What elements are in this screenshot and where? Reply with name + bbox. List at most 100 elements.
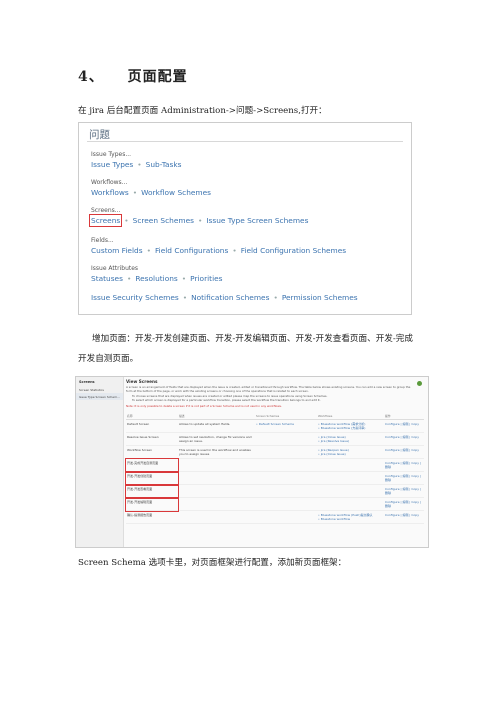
separator: •: [232, 246, 237, 255]
workflows-cell[interactable]: • jira (Close Issue) • jira (Resolve Iss…: [317, 432, 384, 447]
intro-paragraph: 在 jira 后台配置页面 Administration->问题->Screen…: [78, 106, 327, 116]
screen-name: Workflow Screen: [126, 445, 178, 460]
screen-schemes-cell[interactable]: [255, 458, 317, 473]
group-label: Workflows...: [91, 179, 128, 186]
view-screens-main: View Screens A screen is an arrangement …: [125, 379, 426, 547]
link-screen-schemes[interactable]: Screen Schemes: [133, 216, 194, 225]
link-field-configuration-schemes[interactable]: Field Configuration Schemes: [241, 246, 346, 255]
operations-cell[interactable]: Configure | 编辑 | Copy | 删除: [384, 458, 424, 473]
link-field-configurations[interactable]: Field Configurations: [155, 246, 228, 255]
separator: •: [146, 246, 151, 255]
link-notification-schemes[interactable]: Notification Schemes: [191, 293, 269, 302]
paragraph-add-pages-2: 开发自测页面。: [78, 354, 139, 364]
link-issue-security-schemes[interactable]: Issue Security Schemes: [91, 293, 179, 302]
table-row: Default Screen Allows to update all syst…: [126, 419, 424, 434]
link-screens[interactable]: Screens: [88, 214, 123, 227]
link-resolutions[interactable]: Resolutions: [135, 274, 177, 283]
operations-cell[interactable]: Configure | 编辑 | Copy: [384, 445, 424, 460]
separator: •: [124, 216, 129, 225]
link-permission-schemes[interactable]: Permission Schemes: [282, 293, 358, 302]
workflows-cell[interactable]: • jira (Reopen Issue) • jira (Close Issu…: [317, 445, 384, 460]
screen-description: Allows to set resolution, change fix ver…: [178, 432, 255, 447]
screen-schemes-cell[interactable]: [255, 471, 317, 486]
separator: •: [181, 274, 187, 283]
group-label: Fields...: [91, 237, 114, 244]
table-row: 开发-开发编辑页面 Configure | 编辑 | Copy | 删除: [125, 496, 424, 512]
table-row: Workflow Screen This screen is used in t…: [126, 445, 424, 460]
operations-cell[interactable]: Configure | 编辑 | Copy: [384, 419, 424, 434]
link-workflows[interactable]: Workflows: [91, 188, 129, 197]
screen-description: Allows to update all system fields.: [178, 419, 255, 434]
paragraph-screen-schema: Screen Schema 选项卡里，对页面框架进行配置，添加新页面框架：: [78, 558, 347, 568]
link-statuses[interactable]: Statuses: [91, 274, 123, 283]
section-title: 页面配置: [127, 69, 188, 85]
screen-schemes-cell[interactable]: [255, 484, 317, 499]
group-links: Issue Security Schemes • Notification Sche…: [91, 293, 358, 302]
operations-cell[interactable]: Configure | 编辑 | Copy | 删除: [384, 497, 424, 512]
screens-table: 名称 描述 Screen Schemes Workflows 操作 Defaul…: [125, 413, 424, 525]
table-row: Resolve Issue Screen Allows to set resol…: [126, 432, 424, 447]
screen-name: 开发-开发创建页面: [125, 470, 179, 486]
screen-description: This screen is used in the workflow and …: [178, 445, 255, 460]
screen-schemes-cell[interactable]: [255, 445, 317, 460]
group-label: Screens...: [91, 207, 121, 214]
group-links: Workflows • Workflow Schemes: [91, 188, 211, 197]
operations-cell[interactable]: Configure | 编辑 | Copy | 删除: [384, 471, 424, 486]
workflows-cell[interactable]: [317, 484, 384, 499]
page-title: View Screens: [126, 379, 158, 384]
sidebar-item-issue-type-screen-schemes[interactable]: Issue Type Screen Schem...: [76, 393, 123, 400]
panel-title: 问题: [89, 129, 110, 141]
table-row: 确认-提测报告页面 • Bluestone workflow (Push)提交确…: [126, 510, 424, 525]
paragraph-add-pages-1: 增加页面：开发-开发创建页面、开发-开发编辑页面、开发-开发查看页面、开发-完成: [92, 334, 413, 344]
page-description: A screen is an arrangement of fields tha…: [126, 385, 411, 393]
workflows-cell[interactable]: [317, 471, 384, 486]
link-sub-tasks[interactable]: Sub-Tasks: [146, 160, 182, 169]
table-row: 开发-开发创建页面 Configure | 编辑 | Copy | 删除: [125, 470, 424, 486]
sidebar-item-screen-statistics[interactable]: Screen Statistics: [76, 386, 123, 393]
view-screens-screenshot: Screens Screen Statistics Issue Type Scr…: [75, 376, 429, 548]
jira-issues-admin-panel: 问题 Issue Types... Issue Types • Sub-Tasks …: [78, 122, 412, 315]
screen-description: [178, 458, 255, 473]
screen-name: 开发-开发查看页面: [125, 483, 179, 499]
group-links: Statuses • Resolutions • Priorities: [91, 274, 223, 283]
sidebar-header: Screens: [79, 380, 95, 384]
screen-schemes-cell[interactable]: [255, 497, 317, 512]
link-workflow-schemes[interactable]: Workflow Schemes: [141, 188, 211, 197]
screen-name: 开发-开发编辑页面: [125, 496, 179, 512]
screen-name: 确认-提测报告页面: [126, 510, 178, 525]
workflows-cell[interactable]: [317, 497, 384, 512]
section-number: 4、: [78, 69, 104, 85]
screen-description: [178, 497, 255, 512]
screen-schemes-cell[interactable]: [255, 510, 317, 525]
separator: •: [273, 293, 278, 302]
screen-description: [178, 471, 255, 486]
group-label: Issue Attributes: [91, 265, 139, 272]
screen-name: Default Screen: [126, 419, 178, 434]
link-priorities[interactable]: Priorities: [190, 274, 222, 283]
admin-sidebar: Screens Screen Statistics Issue Type Scr…: [76, 377, 124, 547]
separator: •: [137, 160, 142, 169]
separator: •: [126, 274, 132, 283]
operations-cell[interactable]: Configure | 编辑 | Copy: [384, 510, 424, 525]
section-heading: 4、 页面配置: [78, 66, 188, 86]
screen-schemes-cell[interactable]: [255, 432, 317, 447]
help-icon[interactable]: [417, 381, 422, 386]
group-label: Issue Types...: [91, 151, 132, 158]
operations-cell[interactable]: Configure | 编辑 | Copy | 删除: [384, 484, 424, 499]
link-issue-type-screen-schemes[interactable]: Issue Type Screen Schemes: [206, 216, 308, 225]
screen-description: [178, 484, 255, 499]
screen-name: Resolve Issue Screen: [126, 432, 178, 447]
screen-name: 开发-完成开发自测页面: [125, 457, 179, 473]
screen-schemes-cell[interactable]: • Default Screen Scheme: [255, 419, 317, 434]
operations-cell[interactable]: Configure | 编辑 | Copy: [384, 432, 424, 447]
workflows-cell[interactable]: [317, 458, 384, 473]
group-links: Screens • Screen Schemes • Issue Type Screen…: [88, 214, 308, 227]
delete-note: Note: It is only possible to delete a sc…: [126, 404, 282, 409]
link-custom-fields[interactable]: Custom Fields: [91, 246, 143, 255]
group-links: Issue Types • Sub-Tasks: [91, 160, 182, 169]
workflows-cell[interactable]: • Bluestone workflow (需求分析) • Bluestone …: [317, 419, 384, 434]
workflows-cell[interactable]: • Bluestone workflow (Push)提交确认 • Bluest…: [317, 510, 384, 525]
link-issue-types[interactable]: Issue Types: [91, 160, 133, 169]
separator: •: [132, 188, 138, 197]
table-row: 开发-完成开发自测页面 Configure | 编辑 | Copy | 删除: [125, 457, 424, 473]
